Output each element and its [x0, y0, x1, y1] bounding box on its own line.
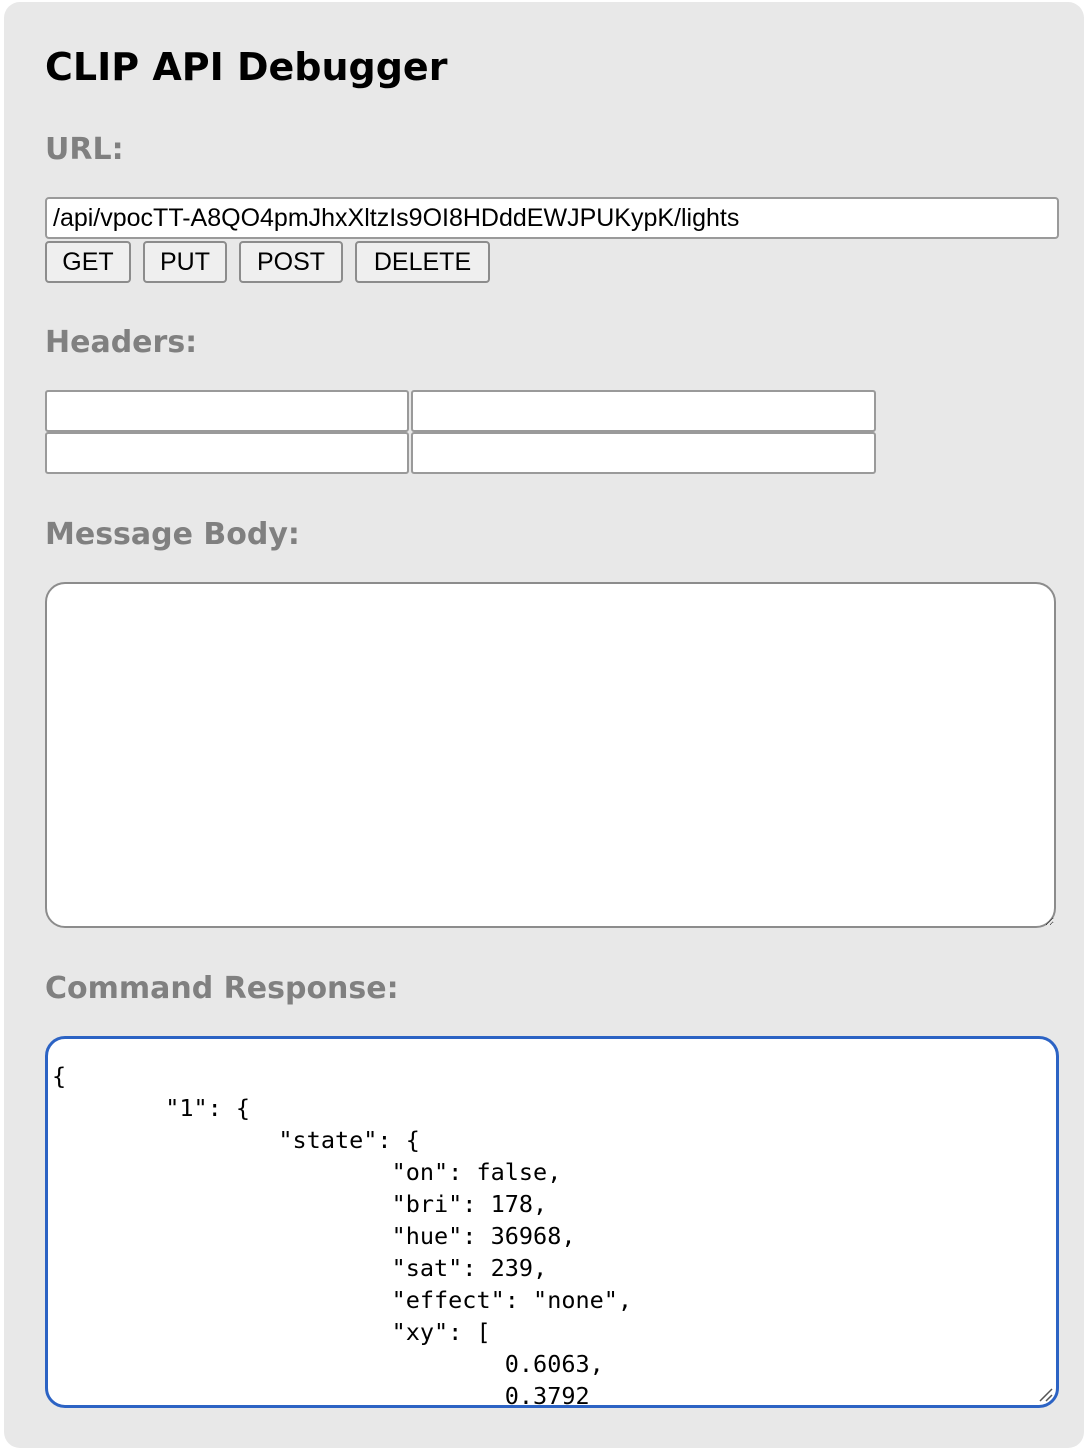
resize-grip-icon[interactable]: [1037, 1386, 1053, 1402]
get-button[interactable]: GET: [45, 241, 131, 283]
header-value-input-1[interactable]: [411, 390, 876, 432]
url-section-label: URL:: [45, 132, 124, 167]
header-name-input-2[interactable]: [45, 432, 409, 474]
url-input[interactable]: [45, 197, 1059, 239]
headers-section-label: Headers:: [45, 325, 198, 360]
command-response-section-label: Command Response:: [45, 971, 399, 1006]
message-body-textarea[interactable]: [45, 582, 1056, 928]
message-body-section-label: Message Body:: [45, 517, 300, 552]
put-button[interactable]: PUT: [143, 241, 227, 283]
page-title: CLIP API Debugger: [45, 45, 448, 89]
command-response-textarea[interactable]: { "1": { "state": { "on": false, "bri": …: [45, 1036, 1059, 1408]
post-button[interactable]: POST: [239, 241, 343, 283]
header-value-input-2[interactable]: [411, 432, 876, 474]
command-response-text: { "1": { "state": { "on": false, "bri": …: [52, 1062, 633, 1408]
delete-button[interactable]: DELETE: [355, 241, 490, 283]
header-name-input-1[interactable]: [45, 390, 409, 432]
